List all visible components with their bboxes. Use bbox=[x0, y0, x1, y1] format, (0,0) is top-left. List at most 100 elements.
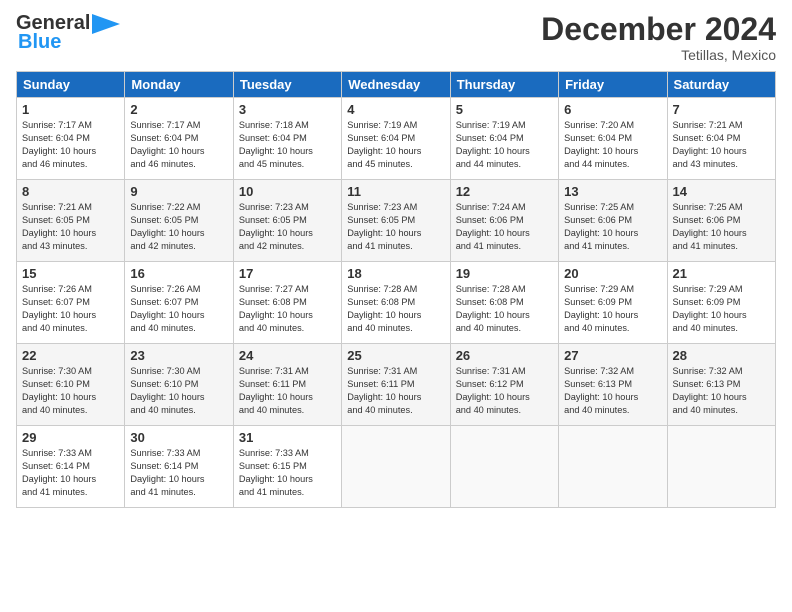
calendar-cell bbox=[342, 426, 450, 508]
calendar-cell: 28Sunrise: 7:32 AM Sunset: 6:13 PM Dayli… bbox=[667, 344, 775, 426]
day-number: 30 bbox=[130, 430, 227, 445]
month-title: December 2024 bbox=[541, 12, 776, 47]
calendar-cell: 5Sunrise: 7:19 AM Sunset: 6:04 PM Daylig… bbox=[450, 98, 558, 180]
cell-info: Sunrise: 7:19 AM Sunset: 6:04 PM Dayligh… bbox=[347, 119, 444, 171]
calendar-cell: 18 Sunrise: 7:28 AM Sunset: 6:08 PM Dayli… bbox=[342, 262, 450, 344]
calendar-cell: 17 Sunrise: 7:27 AM Sunset: 6:08 PM Dayli… bbox=[233, 262, 341, 344]
calendar-cell: 29 Sunrise: 7:33 AM Sunset: 6:14 PM Dayli… bbox=[17, 426, 125, 508]
week-row-4: 22 Sunrise: 7:30 AM Sunset: 6:10 PM Dayli… bbox=[17, 344, 776, 426]
day-number: 20 bbox=[564, 266, 661, 281]
logo-icon bbox=[92, 14, 120, 34]
day-number: 18 bbox=[347, 266, 444, 281]
cell-info: Sunrise: 7:18 AM Sunset: 6:04 PM Dayligh… bbox=[239, 119, 336, 171]
calendar-body: 1 Sunrise: 7:17 AM Sunset: 6:04 PM Daylig… bbox=[17, 98, 776, 508]
calendar-cell: 3 Sunrise: 7:18 AM Sunset: 6:04 PM Daylig… bbox=[233, 98, 341, 180]
day-number: 1 bbox=[22, 102, 119, 117]
calendar-cell: 16 Sunrise: 7:26 AM Sunset: 6:07 PM Dayli… bbox=[125, 262, 233, 344]
col-monday: Monday bbox=[125, 72, 233, 98]
day-number: 6 bbox=[564, 102, 661, 117]
cell-info: Sunrise: 7:23 AM Sunset: 6:05 PM Dayligh… bbox=[347, 201, 444, 253]
day-number: 31 bbox=[239, 430, 336, 445]
calendar-cell: 31 Sunrise: 7:33 AM Sunset: 6:15 PM Dayli… bbox=[233, 426, 341, 508]
cell-info: Sunrise: 7:33 AM Sunset: 6:15 PM Dayligh… bbox=[239, 447, 336, 499]
col-sunday: Sunday bbox=[17, 72, 125, 98]
day-number: 22 bbox=[22, 348, 119, 363]
day-number: 13 bbox=[564, 184, 661, 199]
cell-info: Sunrise: 7:19 AM Sunset: 6:04 PM Dayligh… bbox=[456, 119, 553, 171]
cell-info: Sunrise: 7:26 AM Sunset: 6:07 PM Dayligh… bbox=[130, 283, 227, 335]
day-number: 14 bbox=[673, 184, 770, 199]
day-number: 3 bbox=[239, 102, 336, 117]
logo: General Blue bbox=[16, 12, 120, 54]
cell-info: Sunrise: 7:30 AM Sunset: 6:10 PM Dayligh… bbox=[130, 365, 227, 417]
cell-info: Sunrise: 7:20 AM Sunset: 6:04 PM Dayligh… bbox=[564, 119, 661, 171]
cell-info: Sunrise: 7:31 AM Sunset: 6:11 PM Dayligh… bbox=[347, 365, 444, 417]
cell-info: Sunrise: 7:25 AM Sunset: 6:06 PM Dayligh… bbox=[673, 201, 770, 253]
cell-info: Sunrise: 7:31 AM Sunset: 6:11 PM Dayligh… bbox=[239, 365, 336, 417]
cell-info: Sunrise: 7:28 AM Sunset: 6:08 PM Dayligh… bbox=[456, 283, 553, 335]
header-row: Sunday Monday Tuesday Wednesday Thursday… bbox=[17, 72, 776, 98]
calendar-cell bbox=[559, 426, 667, 508]
day-number: 4 bbox=[347, 102, 444, 117]
cell-info: Sunrise: 7:33 AM Sunset: 6:14 PM Dayligh… bbox=[130, 447, 227, 499]
cell-info: Sunrise: 7:31 AM Sunset: 6:12 PM Dayligh… bbox=[456, 365, 553, 417]
calendar-cell: 24 Sunrise: 7:31 AM Sunset: 6:11 PM Dayli… bbox=[233, 344, 341, 426]
cell-info: Sunrise: 7:25 AM Sunset: 6:06 PM Dayligh… bbox=[564, 201, 661, 253]
calendar-cell: 22 Sunrise: 7:30 AM Sunset: 6:10 PM Dayli… bbox=[17, 344, 125, 426]
cell-info: Sunrise: 7:29 AM Sunset: 6:09 PM Dayligh… bbox=[564, 283, 661, 335]
calendar-container: General Blue December 2024 Tetillas, Mex… bbox=[0, 0, 792, 516]
col-thursday: Thursday bbox=[450, 72, 558, 98]
cell-info: Sunrise: 7:21 AM Sunset: 6:04 PM Dayligh… bbox=[673, 119, 770, 171]
calendar-cell: 11 Sunrise: 7:23 AM Sunset: 6:05 PM Dayli… bbox=[342, 180, 450, 262]
calendar-cell: 26 Sunrise: 7:31 AM Sunset: 6:12 PM Dayli… bbox=[450, 344, 558, 426]
day-number: 25 bbox=[347, 348, 444, 363]
col-tuesday: Tuesday bbox=[233, 72, 341, 98]
calendar-cell: 10 Sunrise: 7:23 AM Sunset: 6:05 PM Dayli… bbox=[233, 180, 341, 262]
cell-info: Sunrise: 7:26 AM Sunset: 6:07 PM Dayligh… bbox=[22, 283, 119, 335]
cell-info: Sunrise: 7:24 AM Sunset: 6:06 PM Dayligh… bbox=[456, 201, 553, 253]
day-number: 24 bbox=[239, 348, 336, 363]
calendar-cell: 27Sunrise: 7:32 AM Sunset: 6:13 PM Dayli… bbox=[559, 344, 667, 426]
col-wednesday: Wednesday bbox=[342, 72, 450, 98]
cell-info: Sunrise: 7:17 AM Sunset: 6:04 PM Dayligh… bbox=[130, 119, 227, 171]
calendar-cell: 7Sunrise: 7:21 AM Sunset: 6:04 PM Daylig… bbox=[667, 98, 775, 180]
day-number: 2 bbox=[130, 102, 227, 117]
day-number: 29 bbox=[22, 430, 119, 445]
cell-info: Sunrise: 7:30 AM Sunset: 6:10 PM Dayligh… bbox=[22, 365, 119, 417]
day-number: 17 bbox=[239, 266, 336, 281]
week-row-1: 1 Sunrise: 7:17 AM Sunset: 6:04 PM Daylig… bbox=[17, 98, 776, 180]
cell-info: Sunrise: 7:29 AM Sunset: 6:09 PM Dayligh… bbox=[673, 283, 770, 335]
day-number: 11 bbox=[347, 184, 444, 199]
calendar-cell bbox=[450, 426, 558, 508]
calendar-cell: 9Sunrise: 7:22 AM Sunset: 6:05 PM Daylig… bbox=[125, 180, 233, 262]
cell-info: Sunrise: 7:28 AM Sunset: 6:08 PM Dayligh… bbox=[347, 283, 444, 335]
day-number: 15 bbox=[22, 266, 119, 281]
calendar-cell: 4 Sunrise: 7:19 AM Sunset: 6:04 PM Daylig… bbox=[342, 98, 450, 180]
calendar-cell: 21Sunrise: 7:29 AM Sunset: 6:09 PM Dayli… bbox=[667, 262, 775, 344]
calendar-cell: 25 Sunrise: 7:31 AM Sunset: 6:11 PM Dayli… bbox=[342, 344, 450, 426]
calendar-cell: 19Sunrise: 7:28 AM Sunset: 6:08 PM Dayli… bbox=[450, 262, 558, 344]
calendar-cell: 6 Sunrise: 7:20 AM Sunset: 6:04 PM Daylig… bbox=[559, 98, 667, 180]
col-saturday: Saturday bbox=[667, 72, 775, 98]
calendar-cell: 8 Sunrise: 7:21 AM Sunset: 6:05 PM Daylig… bbox=[17, 180, 125, 262]
cell-info: Sunrise: 7:23 AM Sunset: 6:05 PM Dayligh… bbox=[239, 201, 336, 253]
calendar-cell bbox=[667, 426, 775, 508]
week-row-3: 15 Sunrise: 7:26 AM Sunset: 6:07 PM Dayli… bbox=[17, 262, 776, 344]
week-row-2: 8 Sunrise: 7:21 AM Sunset: 6:05 PM Daylig… bbox=[17, 180, 776, 262]
calendar-cell: 1 Sunrise: 7:17 AM Sunset: 6:04 PM Daylig… bbox=[17, 98, 125, 180]
day-number: 10 bbox=[239, 184, 336, 199]
title-block: December 2024 Tetillas, Mexico bbox=[541, 12, 776, 63]
day-number: 8 bbox=[22, 184, 119, 199]
day-number: 16 bbox=[130, 266, 227, 281]
cell-info: Sunrise: 7:32 AM Sunset: 6:13 PM Dayligh… bbox=[673, 365, 770, 417]
cell-info: Sunrise: 7:27 AM Sunset: 6:08 PM Dayligh… bbox=[239, 283, 336, 335]
cell-info: Sunrise: 7:21 AM Sunset: 6:05 PM Dayligh… bbox=[22, 201, 119, 253]
day-number: 26 bbox=[456, 348, 553, 363]
day-number: 23 bbox=[130, 348, 227, 363]
cell-info: Sunrise: 7:17 AM Sunset: 6:04 PM Dayligh… bbox=[22, 119, 119, 171]
calendar-cell: 2 Sunrise: 7:17 AM Sunset: 6:04 PM Daylig… bbox=[125, 98, 233, 180]
cell-info: Sunrise: 7:33 AM Sunset: 6:14 PM Dayligh… bbox=[22, 447, 119, 499]
calendar-cell: 20 Sunrise: 7:29 AM Sunset: 6:09 PM Dayli… bbox=[559, 262, 667, 344]
week-row-5: 29 Sunrise: 7:33 AM Sunset: 6:14 PM Dayli… bbox=[17, 426, 776, 508]
calendar-cell: 23 Sunrise: 7:30 AM Sunset: 6:10 PM Dayli… bbox=[125, 344, 233, 426]
